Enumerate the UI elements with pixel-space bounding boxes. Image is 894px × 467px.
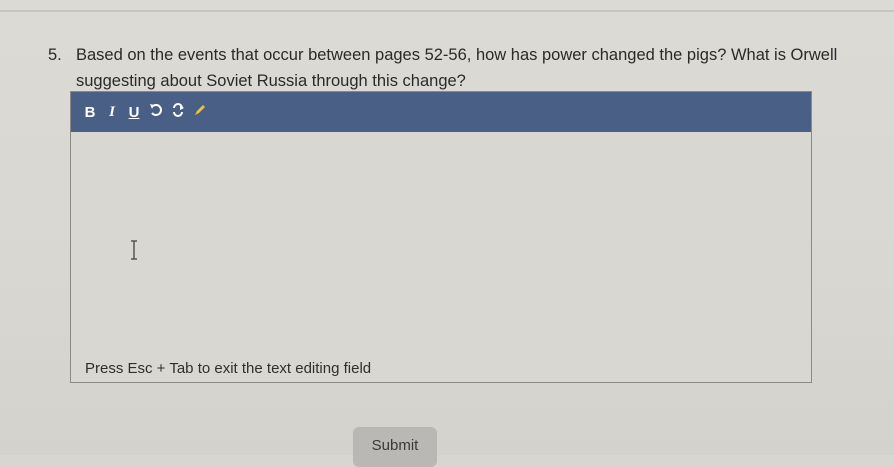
page: 5. Based on the events that occur betwee… bbox=[0, 0, 894, 467]
question-text: Based on the events that occur between p… bbox=[76, 46, 838, 90]
editor-toolbar: B I U bbox=[71, 92, 811, 132]
redo-icon[interactable] bbox=[167, 103, 189, 121]
bold-button[interactable]: B bbox=[79, 104, 101, 121]
question-block: 5. Based on the events that occur betwee… bbox=[48, 42, 838, 94]
undo-icon[interactable] bbox=[145, 103, 167, 121]
answer-text-area[interactable] bbox=[71, 132, 811, 354]
rich-text-editor: B I U Press Esc + Tab to exit the text e… bbox=[70, 91, 812, 383]
editor-hint: Press Esc + Tab to exit the text editing… bbox=[85, 360, 372, 377]
divider bbox=[0, 10, 894, 12]
italic-button[interactable]: I bbox=[101, 104, 123, 121]
submit-button[interactable]: Submit bbox=[353, 427, 437, 467]
underline-button[interactable]: U bbox=[123, 104, 145, 121]
text-cursor-icon bbox=[131, 240, 137, 260]
question-number: 5. bbox=[48, 46, 62, 64]
pen-icon[interactable] bbox=[189, 103, 211, 121]
